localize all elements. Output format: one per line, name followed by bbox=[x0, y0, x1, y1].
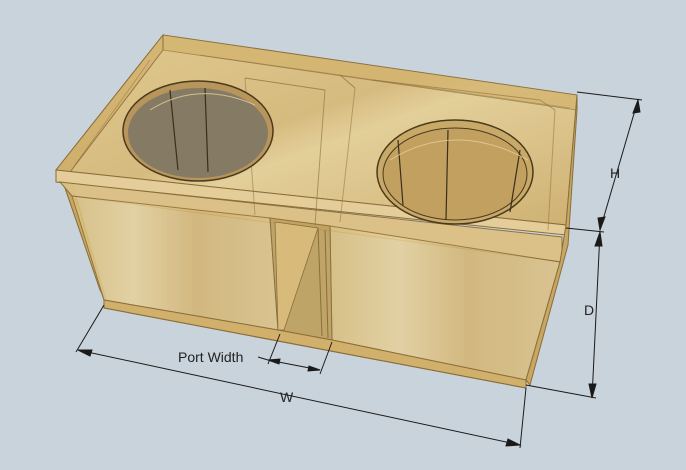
width-label: W bbox=[280, 389, 294, 405]
woofer-cutout-left-icon bbox=[122, 80, 274, 182]
box-drawing: H D W Port Width bbox=[55, 33, 643, 449]
woofer-cutout-right-icon bbox=[376, 119, 534, 225]
subwoofer-box-diagram: H D W Port Width bbox=[0, 0, 686, 470]
front-face-left-chamber bbox=[71, 195, 279, 331]
port-width-label: Port Width bbox=[178, 349, 243, 365]
height-label: H bbox=[610, 165, 620, 181]
depth-label: D bbox=[584, 302, 594, 318]
dimension-height bbox=[565, 91, 643, 233]
